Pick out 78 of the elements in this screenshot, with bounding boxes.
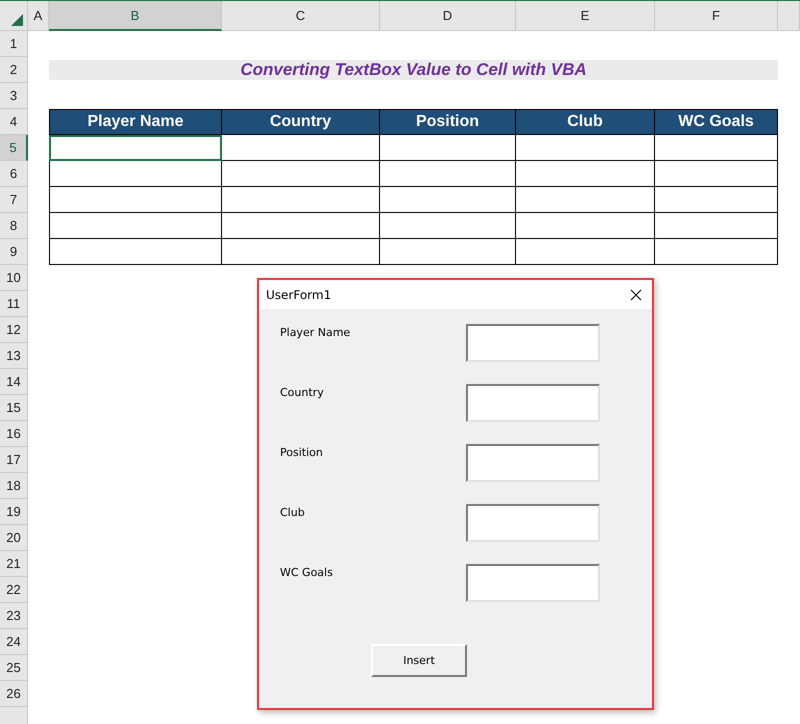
table-cell[interactable]: [380, 187, 516, 213]
text-box[interactable]: [466, 324, 600, 362]
table-cell[interactable]: [49, 135, 222, 161]
column-header[interactable]: B: [49, 1, 222, 31]
field-label: Club: [280, 506, 305, 519]
row-header[interactable]: 9: [0, 239, 28, 265]
table-cell[interactable]: [222, 161, 380, 187]
row-header[interactable]: 8: [0, 213, 28, 239]
sheet-title: Converting TextBox Value to Cell with VBA: [49, 60, 778, 80]
row-header[interactable]: 15: [0, 395, 28, 421]
table-cell[interactable]: [222, 239, 380, 265]
column-header[interactable]: E: [516, 1, 655, 31]
table-cell[interactable]: [222, 135, 380, 161]
table-header-cell: Club: [516, 109, 655, 135]
row-header[interactable]: 3: [0, 83, 28, 109]
table-cell[interactable]: [49, 239, 222, 265]
text-box[interactable]: [466, 504, 600, 542]
insert-button[interactable]: Insert: [371, 644, 467, 677]
column-header[interactable]: C: [222, 1, 380, 31]
dialog-title: UserForm1: [266, 288, 332, 302]
table-cell[interactable]: [516, 213, 655, 239]
text-box[interactable]: [466, 564, 600, 602]
row-header[interactable]: 17: [0, 447, 28, 473]
row-header[interactable]: 24: [0, 629, 28, 655]
row-header[interactable]: 6: [0, 161, 28, 187]
select-all-button[interactable]: [0, 1, 28, 31]
field-label: WC Goals: [280, 566, 333, 579]
table-header-cell: WC Goals: [655, 109, 778, 135]
table-cell[interactable]: [380, 239, 516, 265]
row-header[interactable]: 14: [0, 369, 28, 395]
table-cell[interactable]: [380, 135, 516, 161]
column-header[interactable]: F: [655, 1, 778, 31]
table-cell[interactable]: [655, 239, 778, 265]
table-cell[interactable]: [222, 213, 380, 239]
row-header[interactable]: 19: [0, 499, 28, 525]
column-header[interactable]: D: [380, 1, 516, 31]
row-header[interactable]: 20: [0, 525, 28, 551]
row-header[interactable]: 16: [0, 421, 28, 447]
close-icon[interactable]: [630, 288, 642, 300]
row-header[interactable]: 23: [0, 603, 28, 629]
field-label: Country: [280, 386, 324, 399]
text-box[interactable]: [466, 384, 600, 422]
table-cell[interactable]: [516, 187, 655, 213]
table-cell[interactable]: [516, 239, 655, 265]
row-header[interactable]: 25: [0, 655, 28, 681]
table-cell[interactable]: [655, 161, 778, 187]
text-box[interactable]: [466, 444, 600, 482]
row-header[interactable]: 10: [0, 265, 28, 291]
table-cell[interactable]: [655, 187, 778, 213]
table-cell[interactable]: [49, 213, 222, 239]
table-cell[interactable]: [655, 135, 778, 161]
table-cell[interactable]: [516, 135, 655, 161]
column-header[interactable]: A: [28, 1, 49, 31]
table-cell[interactable]: [222, 187, 380, 213]
row-header[interactable]: 11: [0, 291, 28, 317]
row-header[interactable]: 26: [0, 681, 28, 707]
row-header[interactable]: 12: [0, 317, 28, 343]
row-header[interactable]: 22: [0, 577, 28, 603]
row-header[interactable]: 7: [0, 187, 28, 213]
table-header-cell: Country: [222, 109, 380, 135]
row-header[interactable]: 2: [0, 57, 28, 83]
row-header[interactable]: 13: [0, 343, 28, 369]
table-cell[interactable]: [516, 161, 655, 187]
table-cell[interactable]: [49, 161, 222, 187]
table-header-cell: Position: [380, 109, 516, 135]
table-cell[interactable]: [380, 213, 516, 239]
field-label: Position: [280, 446, 323, 459]
row-header[interactable]: 5: [0, 135, 28, 161]
table-header-cell: Player Name: [49, 109, 222, 135]
row-header[interactable]: 4: [0, 109, 28, 135]
field-label: Player Name: [280, 326, 350, 339]
table-cell[interactable]: [49, 187, 222, 213]
row-header[interactable]: 21: [0, 551, 28, 577]
row-header[interactable]: 1: [0, 31, 28, 57]
row-header[interactable]: 18: [0, 473, 28, 499]
corner-triangle-icon: [11, 14, 23, 26]
table-cell[interactable]: [380, 161, 516, 187]
table-cell[interactable]: [655, 213, 778, 239]
